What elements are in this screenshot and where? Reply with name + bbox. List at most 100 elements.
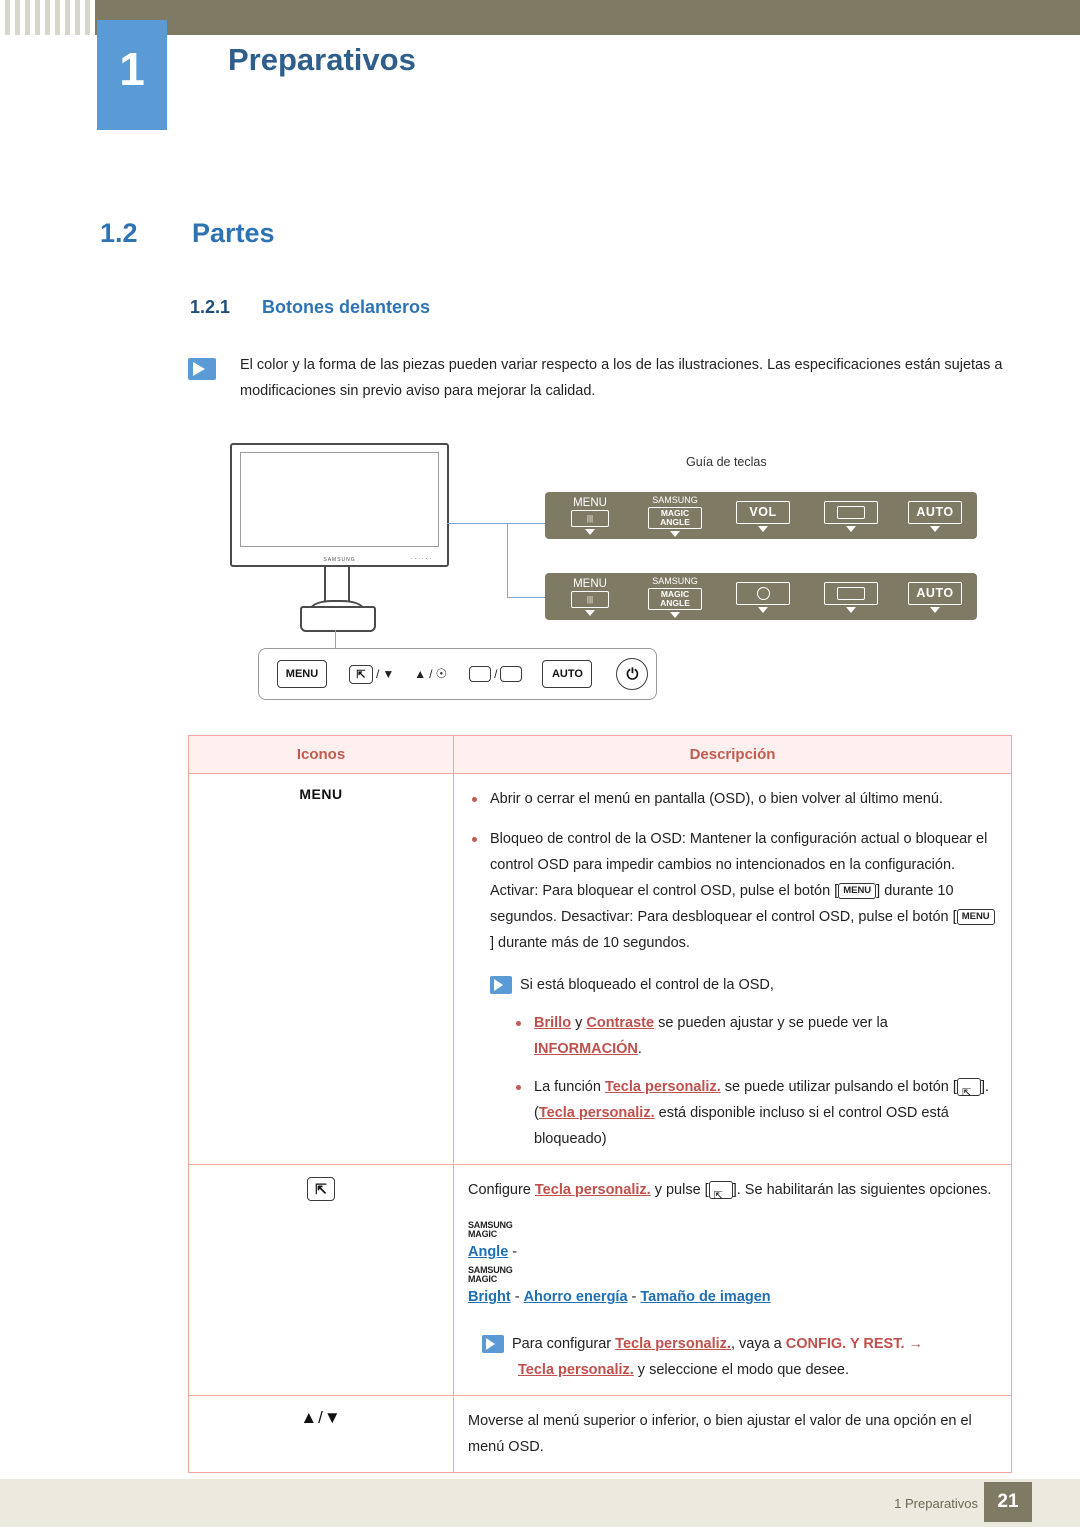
keyguide2-menu-label: MENU (573, 577, 607, 590)
front-button-strip: MENU ⇱ / ▼ ▲ / ☉ / AUTO ⏻ (258, 648, 657, 700)
bullet-item: Abrir o cerrar el menú en pantalla (OSD)… (468, 786, 997, 812)
custom-key-icon: ⇱ (708, 1181, 733, 1202)
key-guide-label: Guía de teclas (686, 455, 767, 469)
source-icon (824, 581, 878, 605)
magic-angle-icon: MAGIC ANGLE (648, 507, 702, 529)
slash-separator: / (429, 667, 433, 681)
chevron-down-icon (585, 528, 595, 535)
brillo-link: Brillo (534, 1015, 572, 1031)
arrow-icon: → (908, 1336, 924, 1352)
connector-line-v2 (335, 630, 336, 648)
monitor-screen (240, 452, 439, 547)
tecla-personaliz-link: Tecla personaliz. (615, 1336, 731, 1352)
source-enter-button[interactable]: / (469, 666, 523, 682)
sub-bullet-item: La función Tecla personaliz. se puede ut… (512, 1074, 997, 1152)
monitor-logo: SAMSUNG (323, 557, 356, 563)
chevron-down-icon (758, 525, 768, 532)
power-button[interactable]: ⏻ (616, 658, 649, 690)
row-menu-icon-cell: MENU (188, 773, 454, 1165)
page-number-badge: 21 (984, 1482, 1032, 1522)
note-icon (490, 976, 512, 995)
prefix-text: La función (534, 1079, 605, 1095)
prefix-text: Para configurar (512, 1336, 616, 1352)
suffix-text: y seleccione el modo que desee. (633, 1362, 850, 1378)
option-ahorro-link: Ahorro energía (523, 1289, 628, 1305)
subsection-number: 1.2.1 (190, 297, 231, 317)
note-icon (188, 358, 216, 380)
connector-line-h3 (507, 597, 545, 598)
footer-chapter-label: 1 Preparativos (894, 1496, 978, 1511)
slash-separator: / (494, 667, 498, 681)
chevron-down-icon (930, 525, 940, 532)
connector-line-v1 (507, 523, 508, 598)
up-brightness-button[interactable]: ▲ / ☉ (414, 666, 447, 682)
vol-icon: VOL (736, 500, 790, 524)
keyguide1-menu: MENU ||| (551, 494, 629, 537)
chevron-down-icon (585, 609, 595, 616)
chevron-down-icon (670, 612, 680, 618)
keyguide1-magic-angle: SAMSUNG MAGIC ANGLE (633, 494, 717, 537)
auto-icon: AUTO (908, 581, 962, 605)
customkey-down-button[interactable]: ⇱ / ▼ (349, 664, 395, 684)
brightness-icon: ☉ (435, 666, 448, 681)
informacion-link: INFORMACIÓN (534, 1041, 638, 1057)
keyguide1-angle-label: ANGLE (660, 517, 690, 527)
tecla-personaliz-link: Tecla personaliz. (604, 1079, 721, 1095)
keyguide1-source (809, 494, 893, 537)
keyguide2-menu: MENU ||| (551, 575, 629, 618)
keyguide1-samsung-label: SAMSUNG (652, 495, 698, 505)
period: . (637, 1041, 642, 1057)
menu-key-icon: MENU (956, 909, 995, 926)
keyguide2-angle-label: ANGLE (660, 598, 690, 608)
updown-text: Moverse al menú superior o inferior, o b… (468, 1413, 972, 1455)
keyguide2-auto: AUTO (897, 575, 973, 618)
keyguide2-auto-label: AUTO (916, 586, 954, 600)
menu-box-icon: ||| (571, 590, 609, 608)
separator: - (508, 1244, 518, 1260)
monitor-illustration: SAMSUNG ...... (230, 443, 449, 567)
row-customkey-description-cell: Configure Tecla personaliz. y pulse [⇱].… (453, 1164, 1012, 1396)
tecla-personaliz-link: Tecla personaliz. (534, 1182, 651, 1198)
key-guide-bar-2: MENU ||| SAMSUNG MAGIC ANGLE AUTO (545, 573, 977, 620)
monitor-front-buttons-marks: ...... (410, 555, 433, 561)
table-row: ▲/▼ Moverse al menú superior o inferior,… (188, 1395, 1012, 1473)
menu-button[interactable]: MENU (277, 660, 327, 688)
slash-separator: / (376, 667, 380, 681)
sub-bullet-text: se pueden ajustar y se puede ver la (654, 1015, 888, 1031)
separator: - (510, 1289, 524, 1305)
keyguide1-auto: AUTO (897, 494, 973, 537)
monitor-stand-base (300, 606, 376, 632)
chevron-down-icon (930, 606, 940, 613)
tecla-personaliz-link: Tecla personaliz. (518, 1362, 634, 1378)
chevron-down-icon: ▼ (382, 667, 395, 681)
connector-line-h2 (507, 523, 545, 524)
auto-button[interactable]: AUTO (542, 660, 593, 688)
keyguide1-menu-label: MENU (573, 496, 607, 509)
bullet-text: Abrir o cerrar el menú en pantalla (OSD)… (490, 791, 943, 807)
auto-icon: AUTO (908, 500, 962, 524)
key-guide-bar-1: MENU ||| SAMSUNG MAGIC ANGLE VOL AUTO (545, 492, 977, 539)
row-updown-description-cell: Moverse al menú superior o inferior, o b… (453, 1395, 1012, 1473)
sub-bullet-item: Brillo y Contraste se pueden ajustar y s… (512, 1010, 997, 1062)
row-menu-description-cell: Abrir o cerrar el menú en pantalla (OSD)… (453, 773, 1012, 1165)
chapter-number-badge: 1 (97, 20, 167, 130)
contraste-link: Contraste (586, 1015, 655, 1031)
conjunction: y (571, 1015, 587, 1031)
table-row: MENU Abrir o cerrar el menú en pantalla … (188, 773, 1012, 1165)
chapter-title: Preparativos (228, 42, 416, 77)
source-icon (824, 500, 878, 524)
bullet-item: Bloqueo de control de la OSD: Mantener l… (468, 826, 997, 956)
table-header-iconos: Iconos (188, 735, 454, 774)
row-updown-icon-cell: ▲/▼ (188, 1395, 454, 1473)
table-row: ⇱ Configure Tecla personaliz. y pulse [⇱… (188, 1164, 1012, 1396)
custom-key-icon: ⇱ (307, 1177, 335, 1201)
tecla-personaliz-link: Tecla personaliz. (538, 1105, 655, 1121)
option-angle-link: Angle (468, 1244, 509, 1260)
separator: - (627, 1289, 641, 1305)
note-text: El color y la forma de las piezas pueden… (240, 357, 1003, 399)
menu-key-icon: MENU (838, 883, 877, 900)
section-title: Partes (192, 218, 275, 248)
header-stripe-decoration (0, 0, 95, 35)
button-description-table: Iconos Descripción MENU Abrir o cerrar e… (188, 735, 1012, 1473)
option-tamano-link: Tamaño de imagen (640, 1289, 771, 1305)
